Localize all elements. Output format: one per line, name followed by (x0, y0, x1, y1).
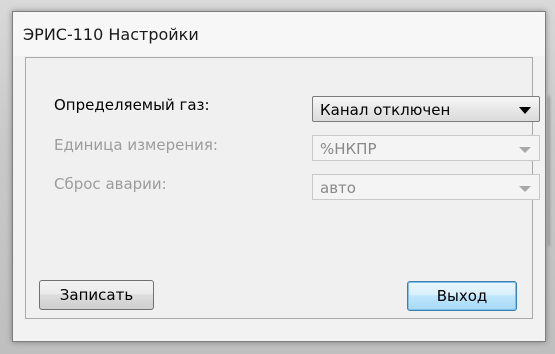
gas-label: Определяемый газ: (54, 96, 210, 114)
unit-select: %НКПР (312, 135, 540, 161)
write-button[interactable]: Записать (39, 280, 154, 310)
settings-dialog: ЭРИС-110 Настройки Определяемый газ: Кан… (12, 11, 546, 342)
alarm-reset-select: авто (312, 174, 540, 200)
chevron-down-icon (519, 147, 531, 153)
alarm-reset-label: Сброс аварии: (54, 175, 167, 193)
exit-button[interactable]: Выход (407, 281, 517, 311)
chevron-down-icon (519, 107, 531, 114)
gas-select-value: Канал отключен (320, 101, 451, 119)
alarm-reset-select-value: авто (320, 179, 356, 197)
settings-panel: Определяемый газ: Канал отключен Единица… (25, 57, 540, 319)
background-edge (548, 96, 550, 246)
window-title: ЭРИС-110 Настройки (23, 25, 199, 44)
unit-select-value: %НКПР (320, 140, 377, 158)
title-bar[interactable]: ЭРИС-110 Настройки (13, 12, 545, 56)
chevron-down-icon (519, 186, 531, 192)
gas-select[interactable]: Канал отключен (312, 96, 540, 122)
unit-label: Единица измерения: (54, 136, 218, 154)
